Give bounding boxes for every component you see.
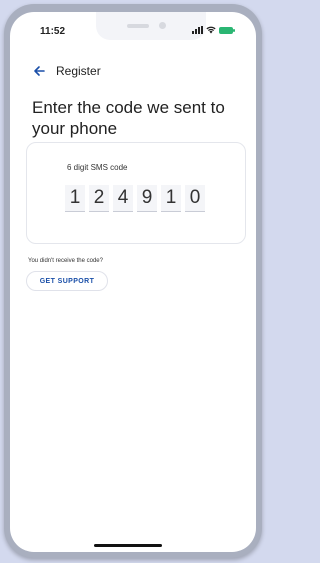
resend-prompt: You didn't receive the code? <box>28 258 103 264</box>
code-digit-4[interactable]: 9 <box>137 185 157 212</box>
back-arrow-icon[interactable] <box>32 64 46 78</box>
code-digit-1[interactable]: 1 <box>65 185 85 212</box>
code-digit-5[interactable]: 1 <box>161 185 181 212</box>
page-title: Enter the code we sent to your phone <box>32 98 225 138</box>
top-nav: Register <box>32 64 101 78</box>
code-card: 6 digit SMS code 1 2 4 9 1 0 <box>26 142 246 244</box>
signal-icon <box>192 26 203 34</box>
get-support-button[interactable]: GET SUPPORT <box>26 271 108 291</box>
battery-charging-icon <box>219 26 235 34</box>
code-input[interactable]: 1 2 4 9 1 0 <box>65 185 205 212</box>
notch <box>96 12 206 40</box>
speaker-icon <box>127 24 149 28</box>
home-indicator[interactable] <box>94 544 162 547</box>
code-digit-2[interactable]: 2 <box>89 185 109 212</box>
wifi-icon <box>206 26 216 34</box>
status-time: 11:52 <box>40 26 66 37</box>
code-digit-6[interactable]: 0 <box>185 185 205 212</box>
phone-frame: 11:52 Register Enter the code we sent to… <box>4 4 262 558</box>
code-digit-3[interactable]: 4 <box>113 185 133 212</box>
nav-title: Register <box>56 64 101 78</box>
camera-icon <box>159 22 166 29</box>
code-label: 6 digit SMS code <box>67 163 128 172</box>
status-icons <box>192 26 235 34</box>
